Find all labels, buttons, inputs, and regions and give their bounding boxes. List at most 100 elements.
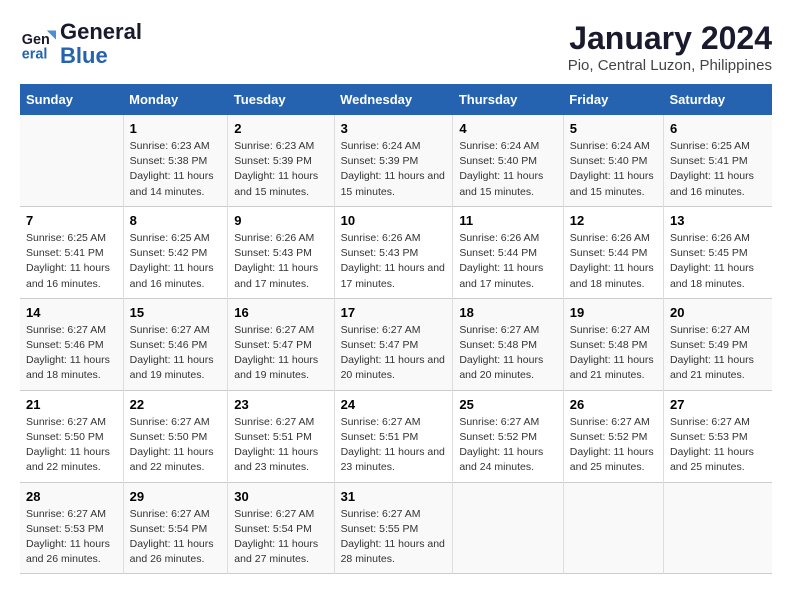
calendar-cell: 23 Sunrise: 6:27 AMSunset: 5:51 PMDayligh…: [228, 390, 334, 482]
calendar-cell: 8 Sunrise: 6:25 AMSunset: 5:42 PMDaylight…: [123, 206, 228, 298]
column-header-monday: Monday: [123, 84, 228, 115]
day-info: Sunrise: 6:27 AMSunset: 5:48 PMDaylight:…: [570, 323, 657, 384]
day-info: Sunrise: 6:27 AMSunset: 5:53 PMDaylight:…: [26, 507, 117, 568]
calendar-cell: 9 Sunrise: 6:26 AMSunset: 5:43 PMDaylight…: [228, 206, 334, 298]
day-number: 6: [670, 121, 766, 136]
calendar-cell: [563, 482, 663, 574]
day-info: Sunrise: 6:27 AMSunset: 5:54 PMDaylight:…: [130, 507, 222, 568]
calendar-cell: 3 Sunrise: 6:24 AMSunset: 5:39 PMDaylight…: [334, 115, 453, 206]
page-header: Gen eral General Blue January 2024 Pio, …: [20, 20, 772, 74]
day-number: 29: [130, 489, 222, 504]
calendar-cell: 27Sunrise: 6:27 AMSunset: 5:53 PMDayligh…: [663, 390, 772, 482]
calendar-cell: 7 Sunrise: 6:25 AMSunset: 5:41 PMDaylight…: [20, 206, 123, 298]
calendar-cell: 6 Sunrise: 6:25 AMSunset: 5:41 PMDaylight…: [663, 115, 772, 206]
calendar-table: SundayMondayTuesdayWednesdayThursdayFrid…: [20, 84, 772, 574]
day-number: 4: [459, 121, 556, 136]
calendar-cell: 18Sunrise: 6:27 AMSunset: 5:48 PMDayligh…: [453, 298, 563, 390]
day-number: 27: [670, 397, 766, 412]
calendar-cell: 16 Sunrise: 6:27 AMSunset: 5:47 PMDayligh…: [228, 298, 334, 390]
day-info: Sunrise: 6:27 AMSunset: 5:49 PMDaylight:…: [670, 323, 766, 384]
calendar-cell: 19Sunrise: 6:27 AMSunset: 5:48 PMDayligh…: [563, 298, 663, 390]
calendar-cell: 26 Sunrise: 6:27 AMSunset: 5:52 PMDayligh…: [563, 390, 663, 482]
day-info: Sunrise: 6:26 AMSunset: 5:45 PMDaylight:…: [670, 231, 766, 292]
day-number: 28: [26, 489, 117, 504]
day-number: 3: [341, 121, 447, 136]
logo: Gen eral General Blue: [20, 20, 142, 68]
day-info: Sunrise: 6:27 AMSunset: 5:50 PMDaylight:…: [26, 415, 117, 476]
calendar-cell: 31Sunrise: 6:27 AMSunset: 5:55 PMDayligh…: [334, 482, 453, 574]
day-info: Sunrise: 6:25 AMSunset: 5:41 PMDaylight:…: [26, 231, 117, 292]
day-number: 20: [670, 305, 766, 320]
logo-icon: Gen eral: [20, 26, 56, 62]
day-info: Sunrise: 6:27 AMSunset: 5:46 PMDaylight:…: [130, 323, 222, 384]
column-header-friday: Friday: [563, 84, 663, 115]
day-info: Sunrise: 6:23 AMSunset: 5:38 PMDaylight:…: [130, 139, 222, 200]
calendar-cell: 2 Sunrise: 6:23 AMSunset: 5:39 PMDaylight…: [228, 115, 334, 206]
day-number: 16: [234, 305, 327, 320]
day-number: 24: [341, 397, 447, 412]
calendar-cell: 11Sunrise: 6:26 AMSunset: 5:44 PMDayligh…: [453, 206, 563, 298]
column-header-thursday: Thursday: [453, 84, 563, 115]
calendar-cell: 10 Sunrise: 6:26 AMSunset: 5:43 PMDayligh…: [334, 206, 453, 298]
calendar-cell: 4Sunrise: 6:24 AMSunset: 5:40 PMDaylight…: [453, 115, 563, 206]
calendar-cell: 22 Sunrise: 6:27 AMSunset: 5:50 PMDayligh…: [123, 390, 228, 482]
page-subtitle: Pio, Central Luzon, Philippines: [568, 57, 772, 74]
day-number: 30: [234, 489, 327, 504]
calendar-cell: 15 Sunrise: 6:27 AMSunset: 5:46 PMDayligh…: [123, 298, 228, 390]
calendar-cell: [663, 482, 772, 574]
day-number: 8: [130, 213, 222, 228]
day-info: Sunrise: 6:27 AMSunset: 5:46 PMDaylight:…: [26, 323, 117, 384]
day-number: 5: [570, 121, 657, 136]
day-info: Sunrise: 6:27 AMSunset: 5:52 PMDaylight:…: [459, 415, 556, 476]
calendar-cell: 12Sunrise: 6:26 AMSunset: 5:44 PMDayligh…: [563, 206, 663, 298]
day-info: Sunrise: 6:27 AMSunset: 5:47 PMDaylight:…: [234, 323, 327, 384]
calendar-cell: 28 Sunrise: 6:27 AMSunset: 5:53 PMDayligh…: [20, 482, 123, 574]
calendar-cell: 5Sunrise: 6:24 AMSunset: 5:40 PMDaylight…: [563, 115, 663, 206]
day-number: 22: [130, 397, 222, 412]
calendar-cell: 29 Sunrise: 6:27 AMSunset: 5:54 PMDayligh…: [123, 482, 228, 574]
calendar-cell: 30 Sunrise: 6:27 AMSunset: 5:54 PMDayligh…: [228, 482, 334, 574]
day-number: 17: [341, 305, 447, 320]
day-info: Sunrise: 6:27 AMSunset: 5:50 PMDaylight:…: [130, 415, 222, 476]
day-number: 26: [570, 397, 657, 412]
day-info: Sunrise: 6:24 AMSunset: 5:39 PMDaylight:…: [341, 139, 447, 200]
svg-text:eral: eral: [22, 47, 48, 63]
calendar-week-row: 1 Sunrise: 6:23 AMSunset: 5:38 PMDaylight…: [20, 115, 772, 206]
day-number: 1: [130, 121, 222, 136]
day-number: 18: [459, 305, 556, 320]
calendar-cell: 24Sunrise: 6:27 AMSunset: 5:51 PMDayligh…: [334, 390, 453, 482]
day-number: 10: [341, 213, 447, 228]
day-info: Sunrise: 6:25 AMSunset: 5:42 PMDaylight:…: [130, 231, 222, 292]
day-number: 23: [234, 397, 327, 412]
day-number: 13: [670, 213, 766, 228]
day-number: 25: [459, 397, 556, 412]
day-number: 21: [26, 397, 117, 412]
day-info: Sunrise: 6:27 AMSunset: 5:51 PMDaylight:…: [234, 415, 327, 476]
day-info: Sunrise: 6:23 AMSunset: 5:39 PMDaylight:…: [234, 139, 327, 200]
day-number: 9: [234, 213, 327, 228]
calendar-cell: 21 Sunrise: 6:27 AMSunset: 5:50 PMDayligh…: [20, 390, 123, 482]
day-info: Sunrise: 6:26 AMSunset: 5:43 PMDaylight:…: [234, 231, 327, 292]
day-number: 15: [130, 305, 222, 320]
day-info: Sunrise: 6:26 AMSunset: 5:43 PMDaylight:…: [341, 231, 447, 292]
calendar-week-row: 21 Sunrise: 6:27 AMSunset: 5:50 PMDayligh…: [20, 390, 772, 482]
calendar-cell: 14 Sunrise: 6:27 AMSunset: 5:46 PMDayligh…: [20, 298, 123, 390]
day-number: 7: [26, 213, 117, 228]
page-title: January 2024: [568, 20, 772, 57]
column-header-sunday: Sunday: [20, 84, 123, 115]
day-number: 2: [234, 121, 327, 136]
day-info: Sunrise: 6:27 AMSunset: 5:54 PMDaylight:…: [234, 507, 327, 568]
day-number: 14: [26, 305, 117, 320]
day-info: Sunrise: 6:26 AMSunset: 5:44 PMDaylight:…: [570, 231, 657, 292]
calendar-week-row: 7 Sunrise: 6:25 AMSunset: 5:41 PMDaylight…: [20, 206, 772, 298]
day-info: Sunrise: 6:25 AMSunset: 5:41 PMDaylight:…: [670, 139, 766, 200]
day-info: Sunrise: 6:27 AMSunset: 5:52 PMDaylight:…: [570, 415, 657, 476]
calendar-cell: [453, 482, 563, 574]
day-number: 31: [341, 489, 447, 504]
title-area: January 2024 Pio, Central Luzon, Philipp…: [568, 20, 772, 74]
column-header-saturday: Saturday: [663, 84, 772, 115]
calendar-week-row: 28 Sunrise: 6:27 AMSunset: 5:53 PMDayligh…: [20, 482, 772, 574]
calendar-cell: 17Sunrise: 6:27 AMSunset: 5:47 PMDayligh…: [334, 298, 453, 390]
column-header-tuesday: Tuesday: [228, 84, 334, 115]
calendar-cell: 25 Sunrise: 6:27 AMSunset: 5:52 PMDayligh…: [453, 390, 563, 482]
